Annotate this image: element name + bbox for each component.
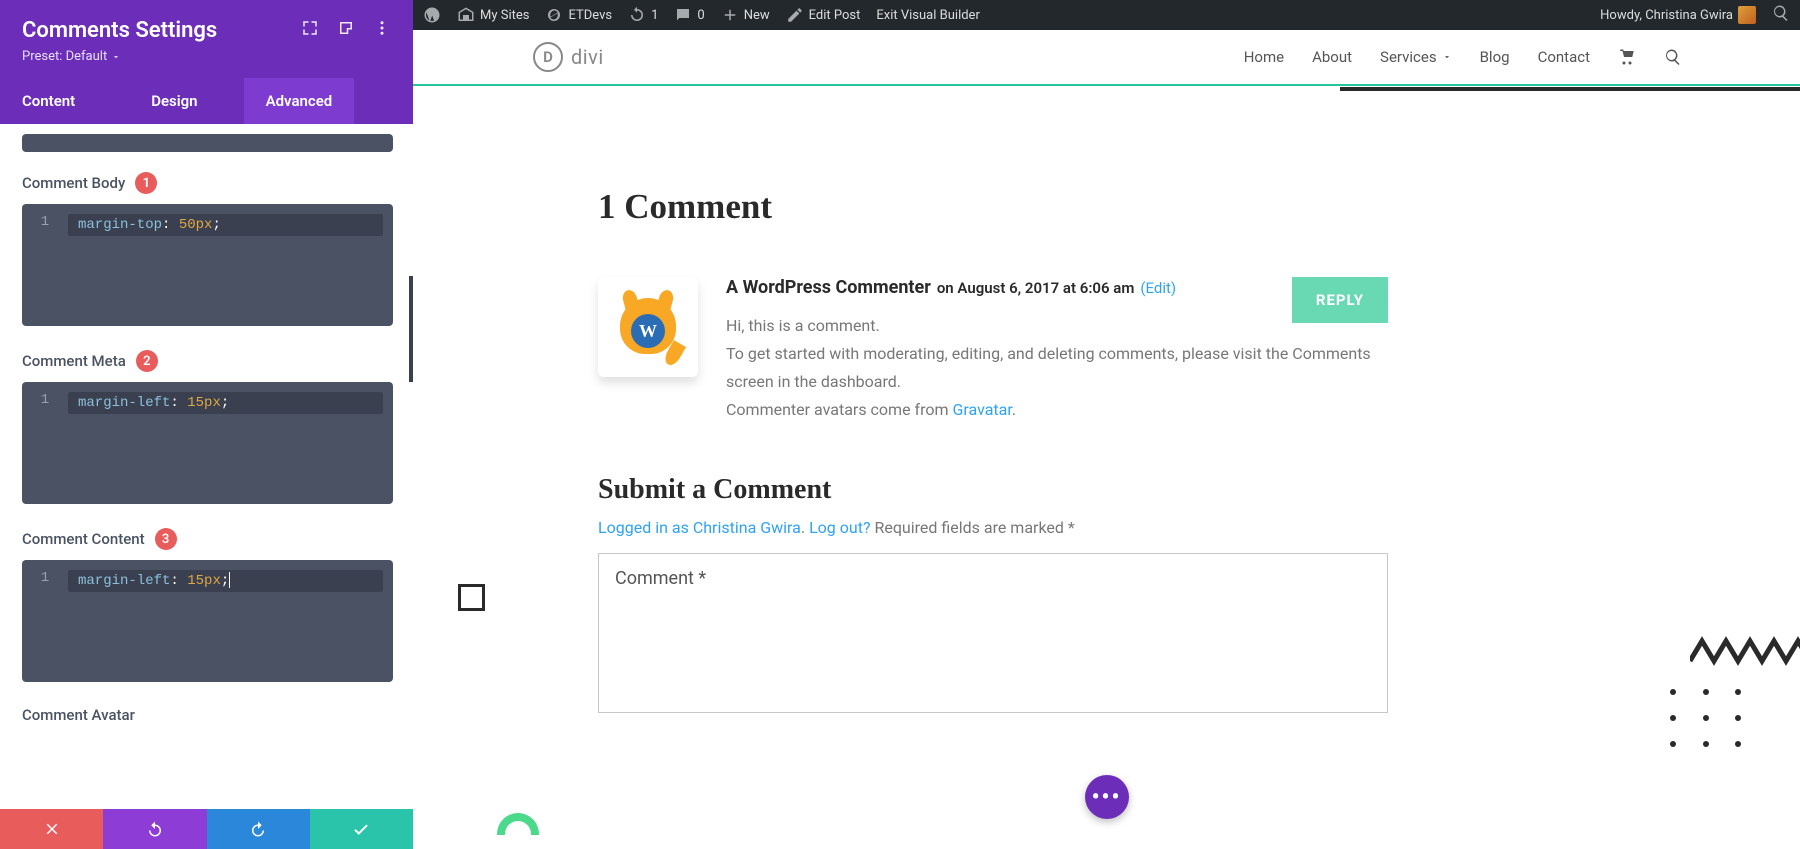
nav-services[interactable]: Services <box>1380 48 1452 66</box>
css-editor-content[interactable]: 1 margin-left: 15px; <box>22 560 393 682</box>
comment-textarea[interactable]: Comment * <box>598 553 1388 713</box>
css-line[interactable]: margin-left: 15px; <box>68 392 383 414</box>
submit-heading: Submit a Comment <box>598 474 1388 506</box>
redo-button[interactable] <box>207 809 310 849</box>
logged-in-link[interactable]: Logged in as Christina Gwira <box>598 518 801 537</box>
undo-button[interactable] <box>103 809 206 849</box>
badge-1: 1 <box>135 172 157 194</box>
sidebar-body: Comment Body 1 1 margin-top: 50px; Comme… <box>0 124 413 809</box>
edit-post-link[interactable]: Edit Post <box>786 6 861 24</box>
exit-vb-link[interactable]: Exit Visual Builder <box>876 8 979 23</box>
reply-button[interactable]: REPLY <box>1292 277 1388 323</box>
builder-fab[interactable]: ••• <box>1085 775 1129 819</box>
badge-2: 2 <box>136 350 158 372</box>
tab-advanced[interactable]: Advanced <box>244 78 355 124</box>
comment-edit-link[interactable]: (Edit) <box>1140 279 1176 297</box>
line-gutter: 1 <box>22 570 68 592</box>
nav-about[interactable]: About <box>1312 48 1352 66</box>
logout-link[interactable]: Log out? <box>809 518 870 537</box>
line-gutter: 1 <box>22 214 68 236</box>
nav-blog[interactable]: Blog <box>1480 48 1510 66</box>
more-icon[interactable] <box>373 18 391 43</box>
save-button[interactable] <box>310 809 413 849</box>
comment-author[interactable]: A WordPress Commenter <box>726 277 931 298</box>
sidebar-title: Comments Settings <box>22 18 217 43</box>
field-label-body: Comment Body 1 <box>22 172 393 194</box>
logo-mark: D <box>533 42 563 72</box>
wp-admin-bar: My Sites ETDevs 1 0 New Edit Post Exit V… <box>413 0 1800 30</box>
wp-logo-icon[interactable] <box>423 6 441 24</box>
updates-link[interactable]: 1 <box>628 6 658 24</box>
sidebar-tabs: Content Design Advanced <box>0 78 413 124</box>
site-logo[interactable]: D divi <box>533 42 604 72</box>
cancel-button[interactable] <box>0 809 103 849</box>
css-editor-body[interactable]: 1 margin-top: 50px; <box>22 204 393 326</box>
nav-contact[interactable]: Contact <box>1538 48 1590 66</box>
field-label-meta: Comment Meta 2 <box>22 350 393 372</box>
sidebar-header: Comments Settings Preset: Default <box>0 0 413 78</box>
comment-avatar: W <box>598 277 698 377</box>
css-line[interactable]: margin-left: 15px; <box>68 570 383 592</box>
comment-text: Hi, this is a comment. To get started wi… <box>726 312 1388 424</box>
site-header: D divi Home About Services Blog Contact <box>413 30 1800 86</box>
chevron-down-icon <box>1442 52 1452 62</box>
decorative-arc <box>497 813 539 835</box>
login-status: Logged in as Christina Gwira. Log out? R… <box>598 518 1388 537</box>
tab-content[interactable]: Content <box>0 78 97 124</box>
primary-nav: Home About Services Blog Contact <box>1244 48 1682 66</box>
comment-meta: on August 6, 2017 at 6:06 am <box>937 279 1135 297</box>
field-label-avatar: Comment Avatar <box>22 706 393 724</box>
gravatar-link[interactable]: Gravatar <box>952 400 1011 419</box>
decorative-strip <box>1340 87 1800 91</box>
user-avatar <box>1738 6 1756 24</box>
my-sites-link[interactable]: My Sites <box>457 6 529 24</box>
howdy-link[interactable]: Howdy, Christina Gwira <box>1600 6 1756 24</box>
css-line[interactable]: margin-top: 50px; <box>68 214 383 236</box>
css-editor-meta[interactable]: 1 margin-left: 15px; <box>22 382 393 504</box>
settings-sidebar: Comments Settings Preset: Default Conten… <box>0 0 413 849</box>
site-name-link[interactable]: ETDevs <box>545 6 612 24</box>
comment-item: REPLY W A WordPress Commenter on August … <box>598 277 1388 424</box>
decorative-square <box>458 584 485 611</box>
collapsed-field[interactable] <box>22 134 393 152</box>
badge-3: 3 <box>155 528 177 550</box>
nav-home[interactable]: Home <box>1244 48 1284 66</box>
logo-text: divi <box>571 45 604 69</box>
comments-link[interactable]: 0 <box>674 6 704 24</box>
field-label-content: Comment Content 3 <box>22 528 393 550</box>
cart-icon[interactable] <box>1618 48 1636 66</box>
comments-heading: 1 Comment <box>598 187 1388 227</box>
search-icon[interactable] <box>1664 48 1682 66</box>
preset-dropdown[interactable]: Preset: Default <box>22 49 391 64</box>
main-preview: My Sites ETDevs 1 0 New Edit Post Exit V… <box>413 0 1800 849</box>
tab-design[interactable]: Design <box>129 78 219 124</box>
decorative-squiggle <box>1690 631 1800 671</box>
line-gutter: 1 <box>22 392 68 414</box>
decorative-dots <box>1670 689 1750 749</box>
sidebar-footer <box>0 809 413 849</box>
admin-search-icon[interactable] <box>1772 4 1790 26</box>
responsive-icon[interactable] <box>337 18 355 43</box>
new-link[interactable]: New <box>721 6 770 24</box>
expand-icon[interactable] <box>301 18 319 43</box>
